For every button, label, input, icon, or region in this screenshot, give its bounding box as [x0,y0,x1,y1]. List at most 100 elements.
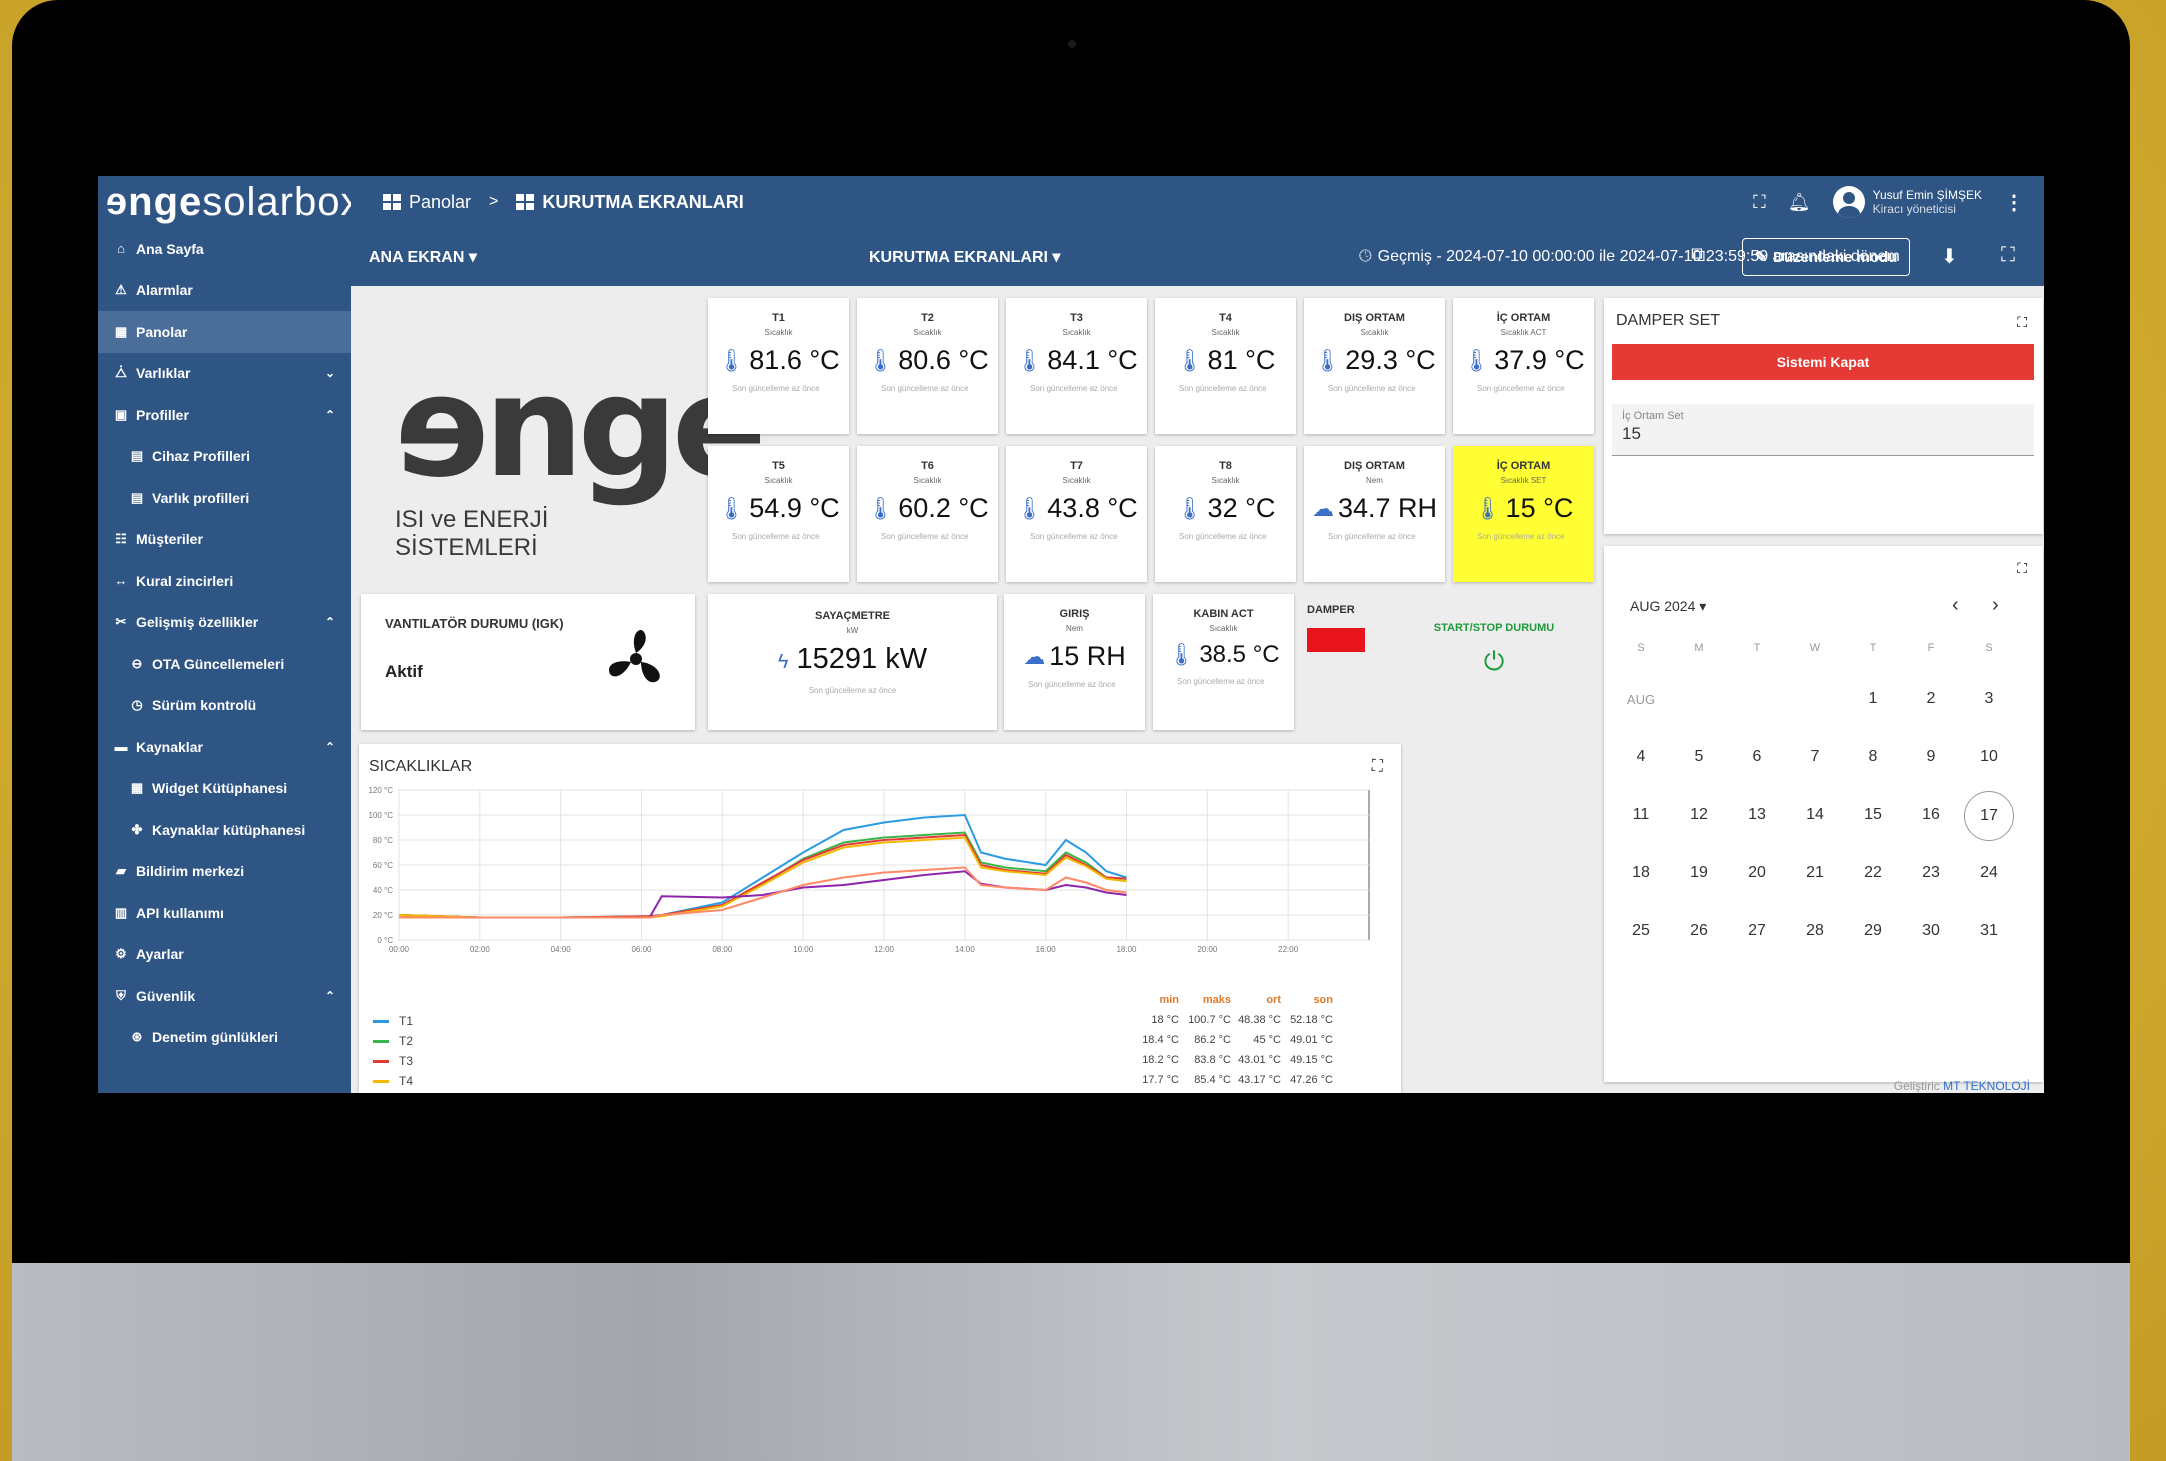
prev-month-icon[interactable]: ‹ [1952,594,1959,617]
calendar-day[interactable]: 29 [1848,922,1898,940]
sidebar-item-gelişmiş-özellikler[interactable]: ✂ Gelişmiş özellikler ⌃ [98,602,351,644]
calendar-day[interactable]: 2 [1906,690,1956,708]
calendar-day[interactable]: 3 [1964,690,2014,708]
calendar-day[interactable]: 20 [1732,864,1782,882]
giris-sub: Nem [1066,624,1083,633]
calendar-day[interactable]: 27 [1732,922,1782,940]
sidebar-item-ana-sayfa[interactable]: ⌂ Ana Sayfa [98,228,351,270]
month-select[interactable]: AUG 2024 ▾ [1630,598,1706,615]
sidebar-item-bildirim-merkezi[interactable]: ▰ Bildirim merkezi [98,851,351,893]
calendar-day[interactable]: 10 [1964,748,2014,766]
calendar-day[interactable]: 22 [1848,864,1898,882]
legend-item[interactable]: T2 [373,1034,413,1048]
download-icon[interactable]: ⬇ [1941,244,1958,269]
next-month-icon[interactable]: › [1992,594,1999,617]
legend-item[interactable]: T4 [373,1074,413,1088]
calendar-day[interactable]: 12 [1674,806,1724,824]
calendar-day[interactable]: 24 [1964,864,2014,882]
fullscreen-icon[interactable]: ⛶ [1372,758,1383,776]
fullscreen-icon[interactable]: ⛶ [2017,314,2027,331]
calendar-day[interactable]: 16 [1906,806,1956,824]
calendar-day[interactable]: 11 [1616,806,1666,824]
user-menu[interactable]: Yusuf Emin ŞİMŞEK Kiracı yöneticisi [1832,186,1982,218]
calendar-day[interactable]: 1 [1848,690,1898,708]
sidebar-item-varlıklar[interactable]: ⧊ Varlıklar ⌄ [98,353,351,395]
calendar-day[interactable]: 9 [1906,748,1956,766]
calendar-day[interactable]: 23 [1906,864,1956,882]
calendar-day[interactable]: 31 [1964,922,2014,940]
breadcrumb-panolar[interactable]: Panolar [409,192,471,213]
legend-stat: 85.4 °C [1194,1074,1231,1086]
calendar-day[interactable]: 8 [1848,748,1898,766]
weekday-label: T [1869,642,1877,654]
calendar-day[interactable]: 5 [1674,748,1724,766]
state-select[interactable]: ANA EKRAN ▾ [369,247,477,267]
sidebar-item-sürüm-kontrolü[interactable]: ◷ Sürüm kontrolü [98,685,351,727]
fullscreen-icon[interactable]: ⛶ [1753,192,1766,213]
edit-mode-button[interactable]: ✎ Düzenleme modu [1742,238,1910,276]
calendar-day[interactable]: 13 [1732,806,1782,824]
sidebar-item-kaynaklar[interactable]: ▬ Kaynaklar ⌃ [98,726,351,768]
breadcrumb-dashboard[interactable]: KURUTMA EKRANLARI [542,192,743,213]
sidebar-item-kural-zincirleri[interactable]: ↔ Kural zincirleri [98,560,351,602]
x-tick-label: 14:00 [955,945,976,954]
sidebar-item-api-kullanımı[interactable]: ▥ API kullanımı [98,892,351,934]
legend-item[interactable]: T3 [373,1054,413,1068]
inner-set-field[interactable]: İç Ortam Set 15 [1612,404,2034,456]
fullscreen-icon[interactable]: ⛶ [2017,560,2027,577]
calendar-day[interactable]: 7 [1790,748,1840,766]
calendar-day[interactable]: 28 [1790,922,1840,940]
sidebar-item-varlık-profilleri[interactable]: ▤ Varlık profilleri [98,477,351,519]
calendar-day[interactable]: 4 [1616,748,1666,766]
sidebar-item-cihaz-profilleri[interactable]: ▤ Cihaz Profilleri [98,436,351,478]
bell-icon[interactable]: 🔔︎ [1788,192,1811,213]
legend-stat: 18.4 °C [1142,1034,1179,1046]
sidebar-item-müşteriler[interactable]: ☷ Müşteriler [98,519,351,561]
sidebar-item-ota-güncellemeleri[interactable]: ⊖ OTA Güncellemeleri [98,643,351,685]
calendar-day[interactable]: 15 [1848,806,1898,824]
calendar-day[interactable]: 6 [1732,748,1782,766]
dashboard-select[interactable]: KURUTMA EKRANLARI ▾ [869,247,1060,267]
system-off-button[interactable]: Sistemi Kapat [1612,344,2034,380]
sidebar-item-kaynaklar-kütüphanesi[interactable]: ✤ Kaynaklar kütüphanesi [98,809,351,851]
legend-stat: 86.2 °C [1194,1034,1231,1046]
calendar-day[interactable]: 19 [1674,864,1724,882]
sidebar-item-widget-kütüphanesi[interactable]: ▦ Widget Kütüphanesi [98,768,351,810]
x-tick-label: 10:00 [793,945,814,954]
y-tick-label: 40 °C [373,886,393,895]
more-vert-icon[interactable]: ⋮ [2004,190,2024,215]
calendar-day[interactable]: 14 [1790,806,1840,824]
legend-swatch [373,1059,389,1063]
calendar-day[interactable]: 25 [1616,922,1666,940]
thermometer-icon: 🌡︎ [717,347,746,373]
layout-icon[interactable]: ⧉ [1691,244,1705,267]
sidebar-item-profiller[interactable]: ▣ Profiller ⌃ [98,394,351,436]
legend-item[interactable]: T1 [373,1014,413,1028]
calendar-day[interactable]: 21 [1790,864,1840,882]
sidebar-item-denetim-günlükleri[interactable]: ⊛ Denetim günlükleri [98,1017,351,1059]
fullscreen-icon[interactable]: ⛶ [2001,244,2015,267]
calendar-day[interactable]: 17 [1964,791,2014,841]
dashboard-content: ɘnge ISI ve ENERJİ SİSTEMLERİ T1 Sıcaklık… [351,286,2044,1093]
calendar-day[interactable]: 18 [1616,864,1666,882]
sidebar-item-alarmlar[interactable]: ⚠ Alarmlar [98,270,351,312]
app-logo[interactable]: ɘ nge solarbox [98,176,360,228]
tools-icon: ✂ [115,614,127,630]
camera-icon [1068,40,1076,48]
sidebar-item-ayarlar[interactable]: ⚙ Ayarlar [98,934,351,976]
power-icon[interactable]: ⏻ [1429,646,1559,678]
x-tick-label: 06:00 [631,945,652,954]
calendar-day[interactable]: 30 [1906,922,1956,940]
legend-label: T2 [399,1034,414,1048]
tile-value: 81 °C [1207,345,1276,375]
warning-icon: ⚠ [115,282,127,298]
sidebar-item-panolar[interactable]: ▦ Panolar [98,311,351,353]
tile-title: İÇ ORTAM [1496,460,1551,472]
tile-footer: Son güncelleme az önce [1477,384,1565,393]
value-tile: T5 Sıcaklık 🌡︎ 54.9 °C Son güncelleme az önc… [708,446,849,582]
calendar-day[interactable]: 26 [1674,922,1724,940]
chevron-up-icon: ⌃ [324,988,335,1003]
value-tile: İÇ ORTAM Sıcaklık SET 🌡︎ 15 °C Son güncellem… [1453,446,1594,582]
thermometer-icon: 🌡︎ [1167,642,1196,667]
sidebar-item-güvenlik[interactable]: ⛨ Güvenlik ⌃ [98,975,351,1017]
